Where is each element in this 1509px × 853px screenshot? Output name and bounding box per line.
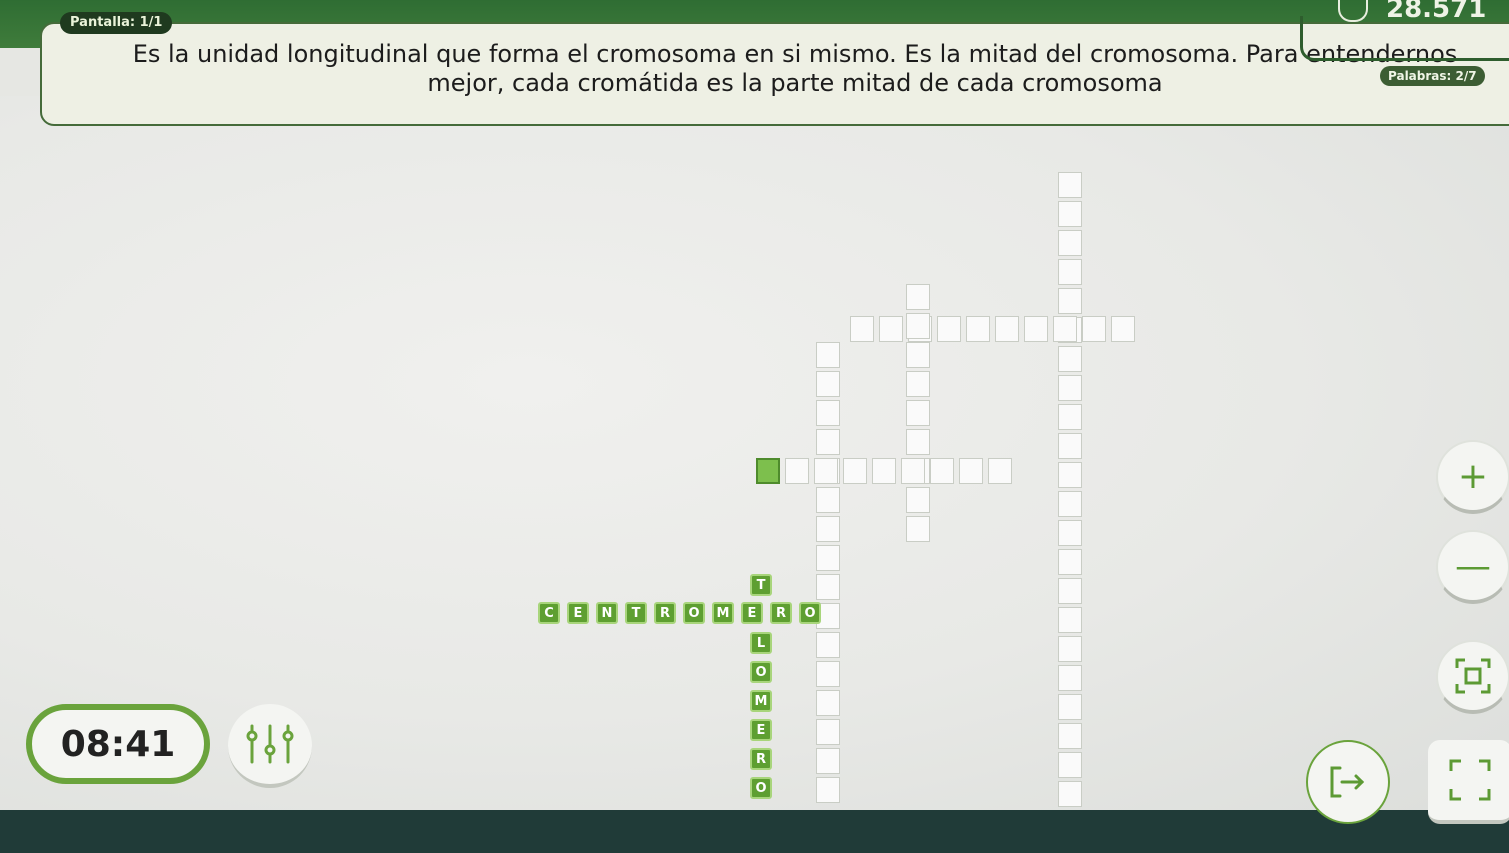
crossword-cell[interactable]	[816, 400, 840, 426]
crossword-cell[interactable]	[816, 574, 840, 600]
zoom-out-button[interactable]: —	[1436, 530, 1509, 604]
crossword-cell[interactable]	[1082, 316, 1106, 342]
fullscreen-button[interactable]	[1428, 740, 1509, 824]
crossword-cell[interactable]	[816, 719, 840, 745]
letter-tile: O	[750, 777, 772, 799]
settings-button[interactable]	[228, 704, 312, 788]
crossword-cell[interactable]	[1058, 607, 1082, 633]
crossword-cell[interactable]	[906, 313, 930, 339]
crossword-cell[interactable]	[906, 400, 930, 426]
letter-tile: E	[567, 602, 589, 624]
crossword-cell[interactable]	[1058, 549, 1082, 575]
crossword-cell[interactable]	[1058, 781, 1082, 807]
crossword-cell[interactable]	[1058, 404, 1082, 430]
crossword-cell[interactable]	[1058, 462, 1082, 488]
letter-tile: E	[741, 602, 763, 624]
crossword-cell[interactable]	[816, 371, 840, 397]
crossword-cell[interactable]	[1058, 375, 1082, 401]
letter-tile: N	[596, 602, 618, 624]
crossword-cell[interactable]	[816, 487, 840, 513]
exit-icon	[1330, 766, 1365, 798]
clue-text: Es la unidad longitudinal que forma el c…	[132, 40, 1458, 97]
crossword-cell[interactable]	[1058, 636, 1082, 662]
crossword-cell[interactable]	[816, 342, 840, 368]
letter-tile: R	[770, 602, 792, 624]
letter-tile: O	[799, 602, 821, 624]
crossword-cell[interactable]	[1058, 520, 1082, 546]
crossword-cell[interactable]	[756, 458, 780, 484]
plus-icon: +	[1457, 455, 1489, 497]
crossword-cell[interactable]	[1058, 433, 1082, 459]
crossword-cell[interactable]	[816, 429, 840, 455]
zoom-in-button[interactable]: +	[1436, 440, 1509, 514]
crossword-cell[interactable]	[966, 316, 990, 342]
letter-tile: R	[750, 748, 772, 770]
clock-icon	[1338, 0, 1368, 22]
crossword-cell[interactable]	[816, 777, 840, 803]
crossword-cell[interactable]	[850, 316, 874, 342]
crossword-cell[interactable]	[1058, 578, 1082, 604]
crossword-cell[interactable]	[816, 690, 840, 716]
fullscreen-icon	[1449, 759, 1491, 801]
bottom-bar	[0, 810, 1509, 853]
crossword-cell[interactable]	[1058, 346, 1082, 372]
crossword-cell[interactable]	[785, 458, 809, 484]
crossword-cell[interactable]	[906, 284, 930, 310]
crossword-cell[interactable]	[816, 661, 840, 687]
timer: 08:41	[26, 704, 210, 784]
crossword-cell[interactable]	[937, 316, 961, 342]
crossword-cell[interactable]	[879, 316, 903, 342]
crossword-cell[interactable]	[901, 458, 925, 484]
letter-tile: T	[625, 602, 647, 624]
crossword-cell[interactable]	[1111, 316, 1135, 342]
crossword-cell[interactable]	[1053, 316, 1077, 342]
exit-button[interactable]	[1306, 740, 1390, 824]
center-view-icon	[1455, 658, 1491, 694]
crossword-cell[interactable]	[843, 458, 867, 484]
words-counter: Palabras: 2/7	[1380, 66, 1485, 86]
letter-tile: E	[750, 719, 772, 741]
crossword-cell[interactable]	[816, 545, 840, 571]
crossword-cell[interactable]	[816, 516, 840, 542]
crossword-cell[interactable]	[906, 371, 930, 397]
letter-tile: T	[750, 574, 772, 596]
letter-tile: L	[750, 632, 772, 654]
letter-tile: C	[538, 602, 560, 624]
letter-tile: O	[750, 661, 772, 683]
crossword-cell[interactable]	[1058, 723, 1082, 749]
sliders-icon	[246, 724, 294, 764]
letter-tile: M	[750, 690, 772, 712]
crossword-cell[interactable]	[959, 458, 983, 484]
crossword-cell[interactable]	[906, 487, 930, 513]
crossword-cell[interactable]	[1058, 752, 1082, 778]
center-view-button[interactable]	[1436, 640, 1509, 714]
minus-icon: —	[1455, 545, 1491, 587]
screen-counter: Pantalla: 1/1	[60, 12, 173, 34]
letter-tile: M	[712, 602, 734, 624]
crossword-cell[interactable]	[1058, 491, 1082, 517]
crossword-cell[interactable]	[995, 316, 1019, 342]
crossword-cell[interactable]	[1058, 230, 1082, 256]
crossword-cell[interactable]	[814, 458, 838, 484]
crossword-cell[interactable]	[906, 516, 930, 542]
crossword-cell[interactable]	[1058, 259, 1082, 285]
crossword-cell[interactable]	[1058, 665, 1082, 691]
crossword-cell[interactable]	[906, 429, 930, 455]
crossword-cell[interactable]	[1058, 172, 1082, 198]
crossword-cell[interactable]	[1024, 316, 1048, 342]
crossword-cell[interactable]	[816, 748, 840, 774]
letter-tile: R	[654, 602, 676, 624]
crossword-cell[interactable]	[906, 342, 930, 368]
crossword-cell[interactable]	[816, 632, 840, 658]
score-value: 28.571	[1386, 0, 1487, 24]
crossword-cell[interactable]	[1058, 288, 1082, 314]
crossword-cell[interactable]	[930, 458, 954, 484]
crossword-cell[interactable]	[872, 458, 896, 484]
crossword-cell[interactable]	[988, 458, 1012, 484]
crossword-cell[interactable]	[1058, 201, 1082, 227]
letter-tile: O	[683, 602, 705, 624]
crossword-cell[interactable]	[1058, 694, 1082, 720]
